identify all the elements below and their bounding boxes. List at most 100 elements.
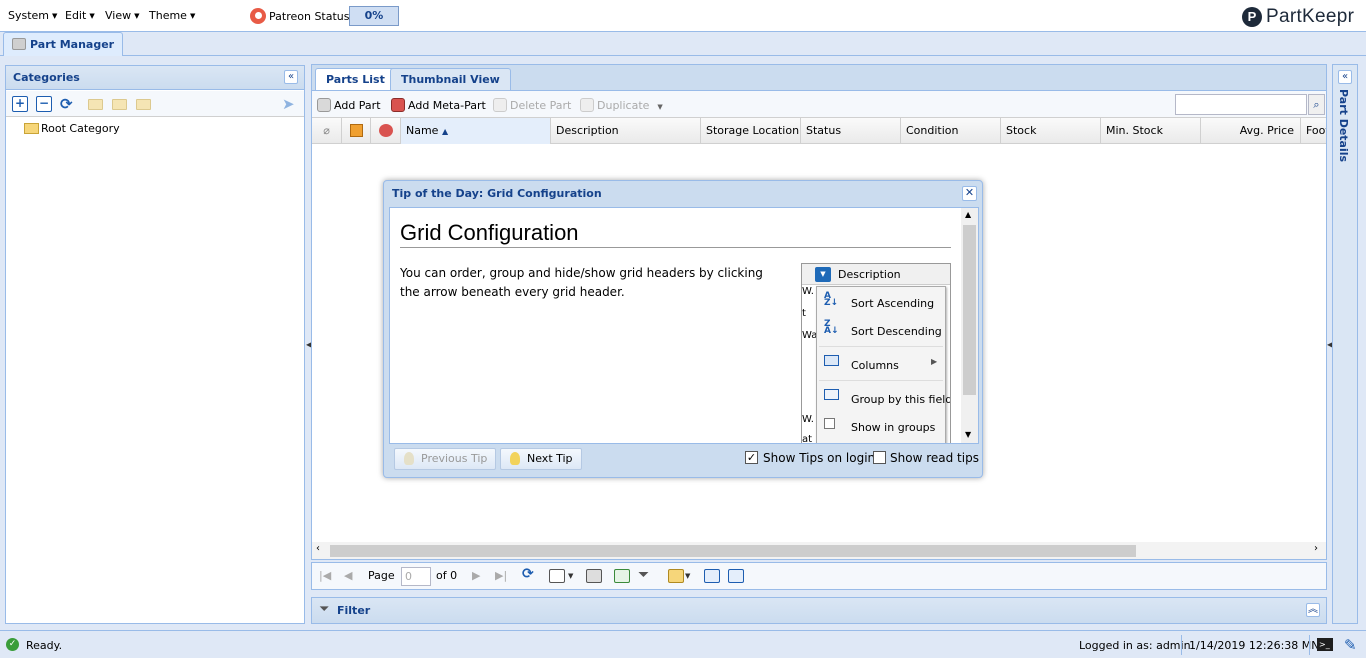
column-header-name[interactable]: Name ▲ [401,118,551,144]
console-icon[interactable]: >_ [1317,638,1333,651]
scrollbar-thumb[interactable] [330,545,1136,557]
menu-separator [819,380,943,381]
duplicate-button[interactable]: Duplicate ▼ [580,98,663,112]
tip-of-the-day-dialog: Tip of the Day: Grid Configuration ✕ Gri… [383,180,983,478]
illustration-header-label: Description [838,268,901,281]
menu-edit-label: Edit [65,9,87,22]
menu-theme-label: Theme [149,9,187,22]
scrollbar-thumb[interactable] [963,225,976,395]
status-bar: ✓ Ready. Logged in as: admin 1/14/2019 1… [0,630,1366,658]
column-header-description[interactable]: Description [551,118,701,144]
columns-icon[interactable] [586,569,602,583]
dialog-title: Tip of the Day: Grid Configuration [392,187,602,200]
sort-ascending-icon: ▲ [441,127,449,136]
logo-text: PartKeepr [1266,6,1355,27]
collapse-categories-button[interactable]: « [284,70,298,84]
menu-edit[interactable]: Edit ▼ [65,9,95,22]
part-details-title: Part Details [1337,89,1350,163]
menu-view[interactable]: View ▼ [105,9,140,22]
menu-item-show-in-groups: Show in groups [851,421,936,434]
tab-thumbnail-view[interactable]: Thumbnail View [390,68,511,91]
stock-level-column-icon[interactable] [342,118,371,144]
collapse-all-icon[interactable]: − [36,96,52,112]
expand-details-button[interactable]: « [1338,70,1352,84]
add-meta-part-label: Add Meta-Part [408,99,486,112]
tab-part-manager[interactable]: Part Manager [3,32,124,56]
previous-page-icon[interactable]: ◀ [344,569,352,582]
meta-part-column-icon[interactable] [371,118,401,144]
expand-all-icon[interactable]: + [12,96,28,112]
chevron-down-icon[interactable]: ▼ [685,572,690,580]
previous-tip-button[interactable]: Previous Tip [394,448,497,470]
attachment-column-icon[interactable]: ⌀ [312,118,342,144]
delete-part-button[interactable]: Delete Part [493,98,571,112]
refresh-icon[interactable]: ⟳ [60,96,76,112]
patreon-progress-bar[interactable]: 0% [349,6,399,26]
scroll-down-icon[interactable]: ▼ [965,430,971,439]
scroll-left-icon[interactable]: ‹ [316,543,320,554]
close-icon[interactable]: ✕ [962,186,977,201]
add-meta-part-button[interactable]: Add Meta-Part [391,98,486,112]
menu-system[interactable]: System ▼ [8,9,57,22]
patreon-status-label: Patreon Status [269,10,350,23]
import-icon[interactable] [704,569,720,583]
filter-panel[interactable]: ⏷ Filter ︽ [311,597,1327,624]
illustration-row: t [802,308,806,319]
previous-tip-label: Previous Tip [421,452,488,465]
show-read-tips-checkbox[interactable] [873,451,886,464]
first-page-icon[interactable]: |◀ [319,569,331,582]
next-page-icon[interactable]: ▶ [472,569,480,582]
tab-part-manager-label: Part Manager [30,38,115,51]
add-part-icon [317,98,331,112]
menu-item-group-by-field: Group by this field [851,393,951,406]
delete-category-icon[interactable] [136,99,151,110]
grid-header: ⌀ Name ▲ Description Storage Location St… [312,118,1326,144]
show-tips-on-login-checkbox[interactable]: ✓ [745,451,758,464]
add-filter-icon[interactable] [614,569,630,583]
menu-bar: System ▼ Edit ▼ View ▼ Theme ▼ Patreon Statu… [0,0,1366,32]
chevron-down-icon[interactable]: ▼ [568,572,573,580]
lightbulb-icon [404,452,414,465]
refresh-icon[interactable]: ⟳ [522,566,534,582]
delete-part-label: Delete Part [510,99,572,112]
add-category-icon[interactable] [88,99,103,110]
next-tip-button[interactable]: Next Tip [500,448,582,470]
main-tab-strip [0,32,1366,56]
horizontal-scrollbar[interactable]: ‹ › [312,542,1326,559]
clipboard-icon[interactable] [668,569,684,583]
filter-icon[interactable]: ⏷ [638,567,649,583]
part-manager-icon [12,38,26,50]
grid-menu-illustration: ▼ Description W. t Wa W. at A Z↓ Sort Asc… [801,263,951,443]
expand-filter-button[interactable]: ︽ [1306,603,1320,617]
column-header-footprint[interactable]: Foot [1301,118,1326,144]
logo-mark: P [1242,7,1262,27]
menu-theme[interactable]: Theme ▼ [149,9,195,22]
categories-panel: Categories « + − ⟳ ➤ Root Category [5,65,305,624]
dialog-vertical-scrollbar[interactable]: ▲ ▼ [961,208,978,443]
search-icon[interactable]: ⌕ [1308,94,1325,115]
move-category-icon[interactable]: ➤ [282,96,298,112]
export-icon[interactable] [549,569,565,583]
scroll-up-icon[interactable]: ▲ [965,210,971,219]
parts-search-input[interactable] [1175,94,1307,115]
tab-parts-list[interactable]: Parts List [315,68,396,92]
categories-toolbar: + − ⟳ ➤ [6,91,304,117]
logged-in-user: Logged in as: admin [1079,639,1191,652]
last-page-icon[interactable]: ▶| [495,569,507,582]
column-header-storage-location[interactable]: Storage Location [701,118,801,144]
column-header-avg-price[interactable]: Avg. Price [1201,118,1301,144]
scroll-right-icon[interactable]: › [1314,543,1318,554]
column-header-stock[interactable]: Stock [1001,118,1101,144]
menu-item-sort-ascending: Sort Ascending [851,297,935,310]
part-details-panel[interactable]: « Part Details [1332,64,1358,624]
tip-text: You can order, group and hide/show grid … [400,266,763,299]
feather-icon[interactable]: ✎ [1344,636,1357,654]
column-header-status[interactable]: Status [801,118,901,144]
page-number-input[interactable]: 0 [401,567,431,586]
column-header-min-stock[interactable]: Min. Stock [1101,118,1201,144]
save-icon[interactable] [728,569,744,583]
edit-category-icon[interactable] [112,99,127,110]
column-header-condition[interactable]: Condition [901,118,1001,144]
illustration-column-menu: A Z↓ Sort Ascending Z A↓ Sort Descending C… [816,286,950,443]
add-part-button[interactable]: Add Part [317,98,381,112]
